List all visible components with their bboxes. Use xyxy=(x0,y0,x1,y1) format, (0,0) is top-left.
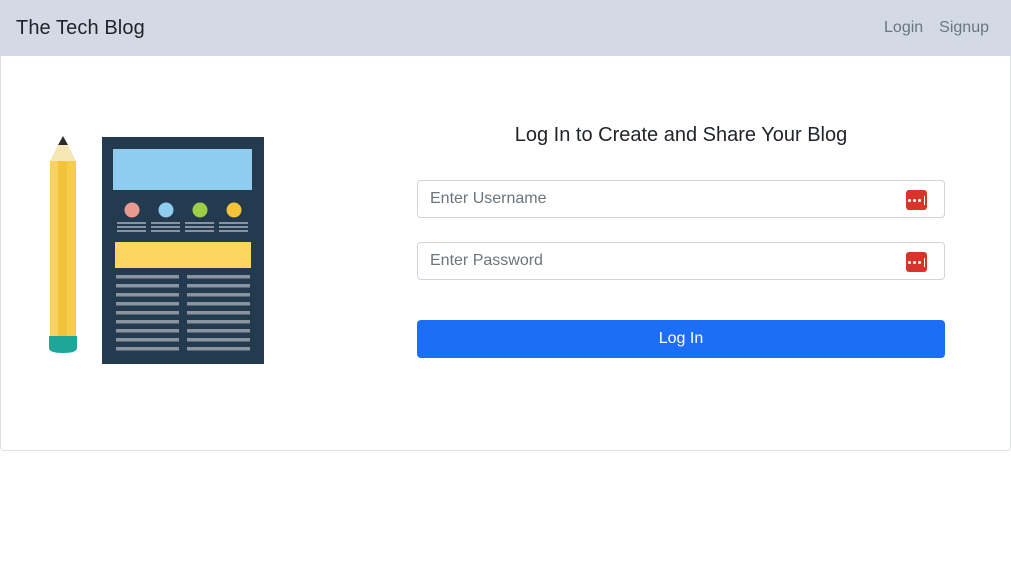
nav-links: Login Signup xyxy=(884,19,989,37)
brand-link[interactable]: The Tech Blog xyxy=(16,17,145,40)
form-title: Log In to Create and Share Your Blog xyxy=(514,124,848,146)
pencil-icon xyxy=(49,136,77,353)
password-field-wrapper xyxy=(417,242,945,280)
nav-login-link[interactable]: Login xyxy=(884,19,923,37)
password-input[interactable] xyxy=(418,243,944,279)
username-input[interactable] xyxy=(418,181,944,217)
login-button[interactable]: Log In xyxy=(417,320,945,358)
navbar: The Tech Blog Login Signup xyxy=(0,0,1011,56)
document-icon xyxy=(102,137,264,364)
password-manager-icon[interactable] xyxy=(906,252,927,272)
password-manager-icon[interactable] xyxy=(906,190,927,210)
pencil-document-illustration xyxy=(49,136,264,364)
nav-signup-link[interactable]: Signup xyxy=(939,19,989,37)
login-card: Log In to Create and Share Your Blog Log… xyxy=(0,56,1011,451)
username-field-wrapper xyxy=(417,180,945,218)
